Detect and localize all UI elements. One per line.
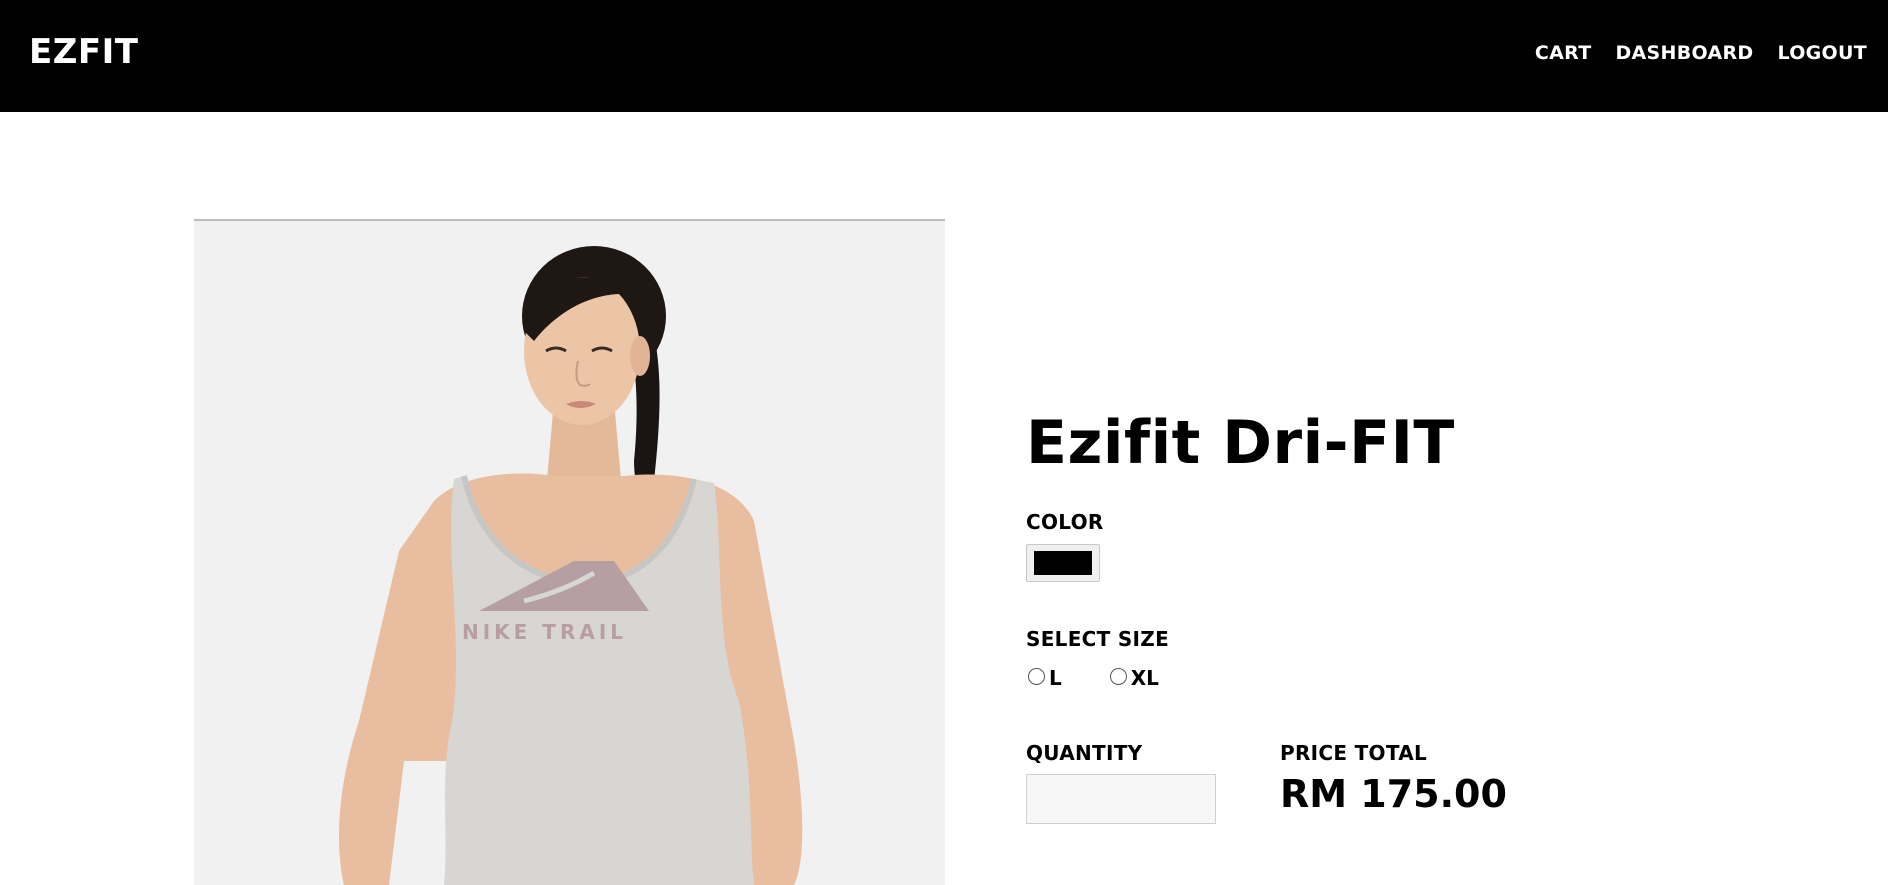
brand-logo-link[interactable]: EZFIT: [29, 32, 138, 72]
size-option-l[interactable]: L: [1028, 666, 1062, 690]
size-radio-xl[interactable]: [1109, 667, 1127, 685]
size-label: SELECT SIZE: [1026, 627, 1170, 651]
price-total-label: PRICE TOTAL: [1280, 741, 1428, 765]
quantity-label: QUANTITY: [1026, 741, 1143, 765]
product-photo: NIKE TRAIL: [194, 221, 945, 885]
color-label: COLOR: [1026, 510, 1104, 534]
color-swatch: [1034, 551, 1092, 575]
size-radio-l[interactable]: [1028, 667, 1045, 685]
nav-links: CART DASHBOARD LOGOUT: [1535, 42, 1867, 64]
size-option-label: L: [1049, 666, 1062, 690]
quantity-input[interactable]: [1026, 774, 1216, 824]
size-options: L XL: [1028, 666, 1159, 690]
nav-dashboard-link[interactable]: DASHBOARD: [1615, 42, 1753, 64]
shirt-print-text: NIKE TRAIL: [462, 620, 627, 644]
product-image: NIKE TRAIL: [194, 219, 945, 885]
size-option-label: XL: [1130, 666, 1159, 690]
top-navbar: EZFIT CART DASHBOARD LOGOUT: [0, 0, 1888, 112]
nav-logout-link[interactable]: LOGOUT: [1777, 42, 1867, 64]
color-swatch-button[interactable]: [1026, 544, 1100, 582]
price-total-value: RM 175.00: [1280, 772, 1507, 816]
nav-cart-link[interactable]: CART: [1535, 42, 1592, 64]
size-option-xl[interactable]: XL: [1109, 666, 1159, 690]
product-title: Ezifit Dri-FIT: [1026, 408, 1455, 478]
